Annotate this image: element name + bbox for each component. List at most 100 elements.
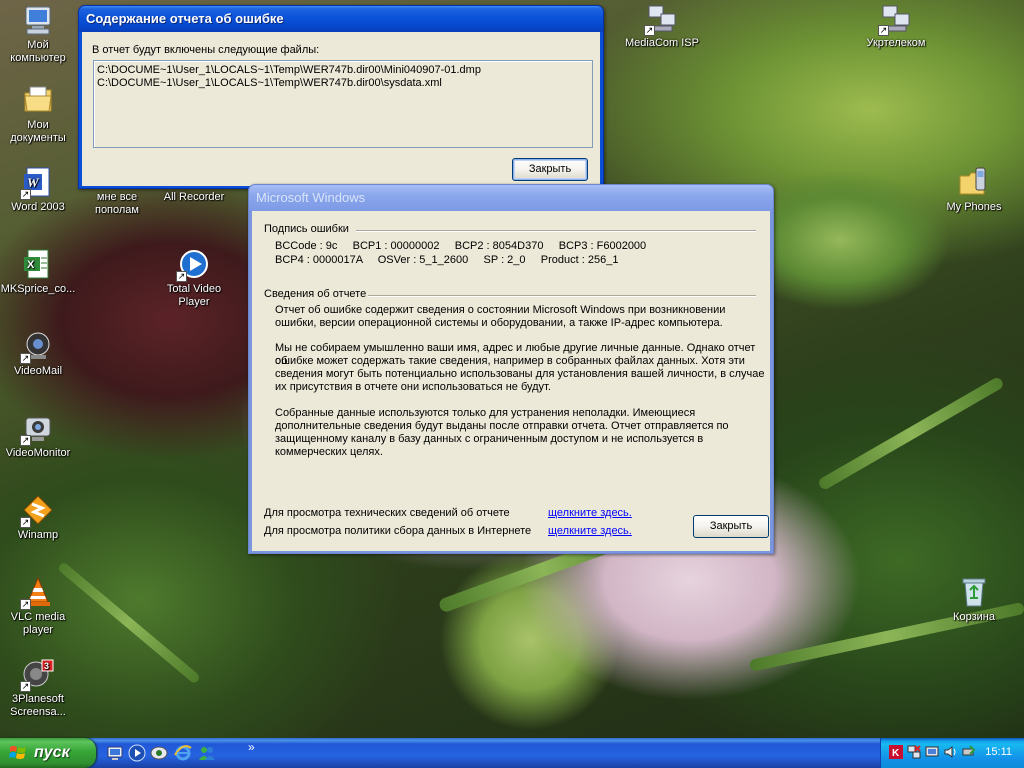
shortcut-arrow-icon: ↗ <box>20 189 31 200</box>
taskbar: пуск » K 15:11 <box>0 738 1024 768</box>
files-list-box[interactable]: C:\DOCUME~1\User_1\LOCALS~1\Temp\WER747b… <box>93 60 593 148</box>
details-divider <box>368 295 756 297</box>
wallpaper-stem <box>817 375 1005 492</box>
desktop-icon-my-computer[interactable]: Мой компьютер <box>0 4 76 65</box>
signature-divider <box>356 230 756 232</box>
desktop-icon-label: Total Video Player <box>166 283 222 308</box>
desktop-icon-label: 3Planesoft Screensa... <box>10 693 66 718</box>
excel-file-icon: X <box>22 248 54 280</box>
quick-launch-overflow[interactable]: » <box>248 740 255 754</box>
show-desktop-icon[interactable] <box>106 744 124 762</box>
policy-link[interactable]: щелкните здесь. <box>548 525 632 538</box>
report-close-button[interactable]: Закрыть <box>693 515 769 538</box>
desktop-icon-label: My Phones <box>946 201 1002 213</box>
desktop-icon-videomail[interactable]: ↗ VideoMail <box>0 330 76 378</box>
dialup-connection-icon: ↗ <box>878 2 912 36</box>
word-icon: W ↗ <box>20 166 54 200</box>
desktop-icon-label: Укртелеком <box>866 37 926 49</box>
phone-folder-icon <box>958 166 990 198</box>
start-button[interactable]: пуск <box>0 738 96 768</box>
file-path-item: C:\DOCUME~1\User_1\LOCALS~1\Temp\WER747b… <box>97 64 481 76</box>
system-tray: K 15:11 <box>880 738 1024 768</box>
network-icon[interactable] <box>907 745 921 759</box>
desktop-icon-label: All Recorder <box>163 191 225 203</box>
details-paragraph-line: Отчет об ошибке содержит сведения о сост… <box>275 304 726 316</box>
desktop-icon-my-documents[interactable]: Мои документы <box>0 84 76 145</box>
internet-explorer-icon[interactable] <box>174 744 192 762</box>
desktop-icon-winamp[interactable]: ↗ Winamp <box>0 494 76 542</box>
details-paragraph-line: Собранные данные используются только для… <box>275 407 696 419</box>
shortcut-arrow-icon: ↗ <box>644 25 655 36</box>
report-dialog-body: Подпись ошибки BCCode : 9c BCP1 : 000000… <box>252 211 770 551</box>
details-paragraph-line: ошибки, версии операционной системы и об… <box>275 317 723 329</box>
desktop-icon-label: VLC media player <box>10 611 66 636</box>
volume-icon[interactable] <box>943 745 957 759</box>
signature-line: BCP4 : 0000017A OSVer : 5_1_2600 SP : 2_… <box>275 254 619 266</box>
desktop-icon-label: Winamp <box>17 529 59 541</box>
desktop-icon-label: мне все пополам <box>94 191 139 216</box>
desktop-icon-label: Мой компьютер <box>10 39 66 64</box>
media-player-icon[interactable] <box>128 744 146 762</box>
files-dialog-title[interactable]: Содержание отчета об ошибке <box>79 6 603 32</box>
details-paragraph-line: защищенному каналу в базу данных с огран… <box>275 433 704 445</box>
webcam-icon: ↗ <box>20 412 54 446</box>
files-close-button[interactable]: Закрыть <box>512 158 588 181</box>
desktop-icon-recycle-bin[interactable]: Корзина <box>936 576 1012 624</box>
wallpaper-stem <box>56 561 202 685</box>
desktop-icon-label: Корзина <box>953 611 995 623</box>
tech-details-link[interactable]: щелкните здесь. <box>548 507 632 520</box>
desktop-icon-vlc[interactable]: ↗ VLC media player <box>0 576 76 637</box>
details-paragraph-line: коммерческих целях. <box>275 446 383 458</box>
policy-label: Для просмотра политики сбора данных в Ин… <box>264 525 532 537</box>
shortcut-arrow-icon: ↗ <box>20 353 31 364</box>
svg-text:K: K <box>892 748 900 759</box>
details-heading: Сведения об отчете <box>264 288 367 300</box>
safely-remove-icon[interactable] <box>961 745 975 759</box>
desktop-icon-label: MediaCom ISP <box>625 37 699 49</box>
shortcut-arrow-icon: ↗ <box>176 271 187 282</box>
start-label: пуск <box>34 744 70 761</box>
report-dialog-title[interactable]: Microsoft Windows <box>249 185 773 211</box>
winamp-icon: ↗ <box>20 494 54 528</box>
windows-flag-icon <box>9 746 26 759</box>
desktop-icon-mediacom-isp[interactable]: ↗ MediaCom ISP <box>624 2 700 50</box>
details-paragraph-line: сведения могут быть потенциально использ… <box>275 368 765 380</box>
details-paragraph-line: их присутствия в отчете они использовать… <box>275 381 551 393</box>
desktop-icon-3planesoft[interactable]: 3 ↗ 3Planesoft Screensa... <box>0 658 76 719</box>
shortcut-arrow-icon: ↗ <box>20 517 31 528</box>
network-2-icon[interactable] <box>925 745 939 759</box>
tech-details-label: Для просмотра технических сведений об от… <box>264 507 510 519</box>
files-dialog: Содержание отчета об ошибке В отчет буду… <box>78 5 604 189</box>
report-dialog: Microsoft Windows Подпись ошибки BCCode … <box>248 184 774 554</box>
desktop-icon-my-phones[interactable]: My Phones <box>936 166 1012 214</box>
svg-text:X: X <box>27 259 35 271</box>
shortcut-arrow-icon: ↗ <box>20 599 31 610</box>
signature-heading: Подпись ошибки <box>264 223 349 235</box>
desktop-icon-label: VideoMonitor <box>5 447 71 459</box>
clock[interactable]: 15:11 <box>985 746 1012 758</box>
total-video-player-icon: ↗ <box>176 248 210 282</box>
videomail-icon: ↗ <box>20 330 54 364</box>
msn-icon[interactable] <box>198 744 216 762</box>
messenger-icon[interactable] <box>150 744 168 762</box>
svg-text:W: W <box>27 175 40 190</box>
shortcut-arrow-icon: ↗ <box>20 681 31 692</box>
file-path-item: C:\DOCUME~1\User_1\LOCALS~1\Temp\WER747b… <box>97 77 442 89</box>
shortcut-arrow-icon: ↗ <box>20 435 31 446</box>
recycle-bin-icon <box>958 576 990 608</box>
documents-folder-icon <box>22 84 54 116</box>
desktop-icon-videomonitor[interactable]: ↗ VideoMonitor <box>0 412 76 460</box>
details-paragraph-line: ошибке может содержать такие сведения, н… <box>275 355 745 367</box>
desktop-icon-label: Word 2003 <box>11 201 65 213</box>
shortcut-arrow-icon: ↗ <box>878 25 889 36</box>
computer-icon <box>22 4 54 36</box>
desktop-icon-label: Мои документы <box>10 119 66 144</box>
svg-text:3: 3 <box>44 661 49 671</box>
desktop-icon-mksprice[interactable]: X MKSprice_co... <box>0 248 76 296</box>
desktop-icon-word-2003[interactable]: W ↗ Word 2003 <box>0 166 76 214</box>
desktop-icon-ukrtelecom[interactable]: ↗ Укртелеком <box>858 2 934 50</box>
files-intro-text: В отчет будут включены следующие файлы: <box>92 44 320 56</box>
files-dialog-body: В отчет будут включены следующие файлы: … <box>82 32 600 186</box>
desktop-icon-total-video-player[interactable]: ↗ Total Video Player <box>156 248 232 309</box>
kaspersky-icon[interactable]: K <box>889 745 903 759</box>
